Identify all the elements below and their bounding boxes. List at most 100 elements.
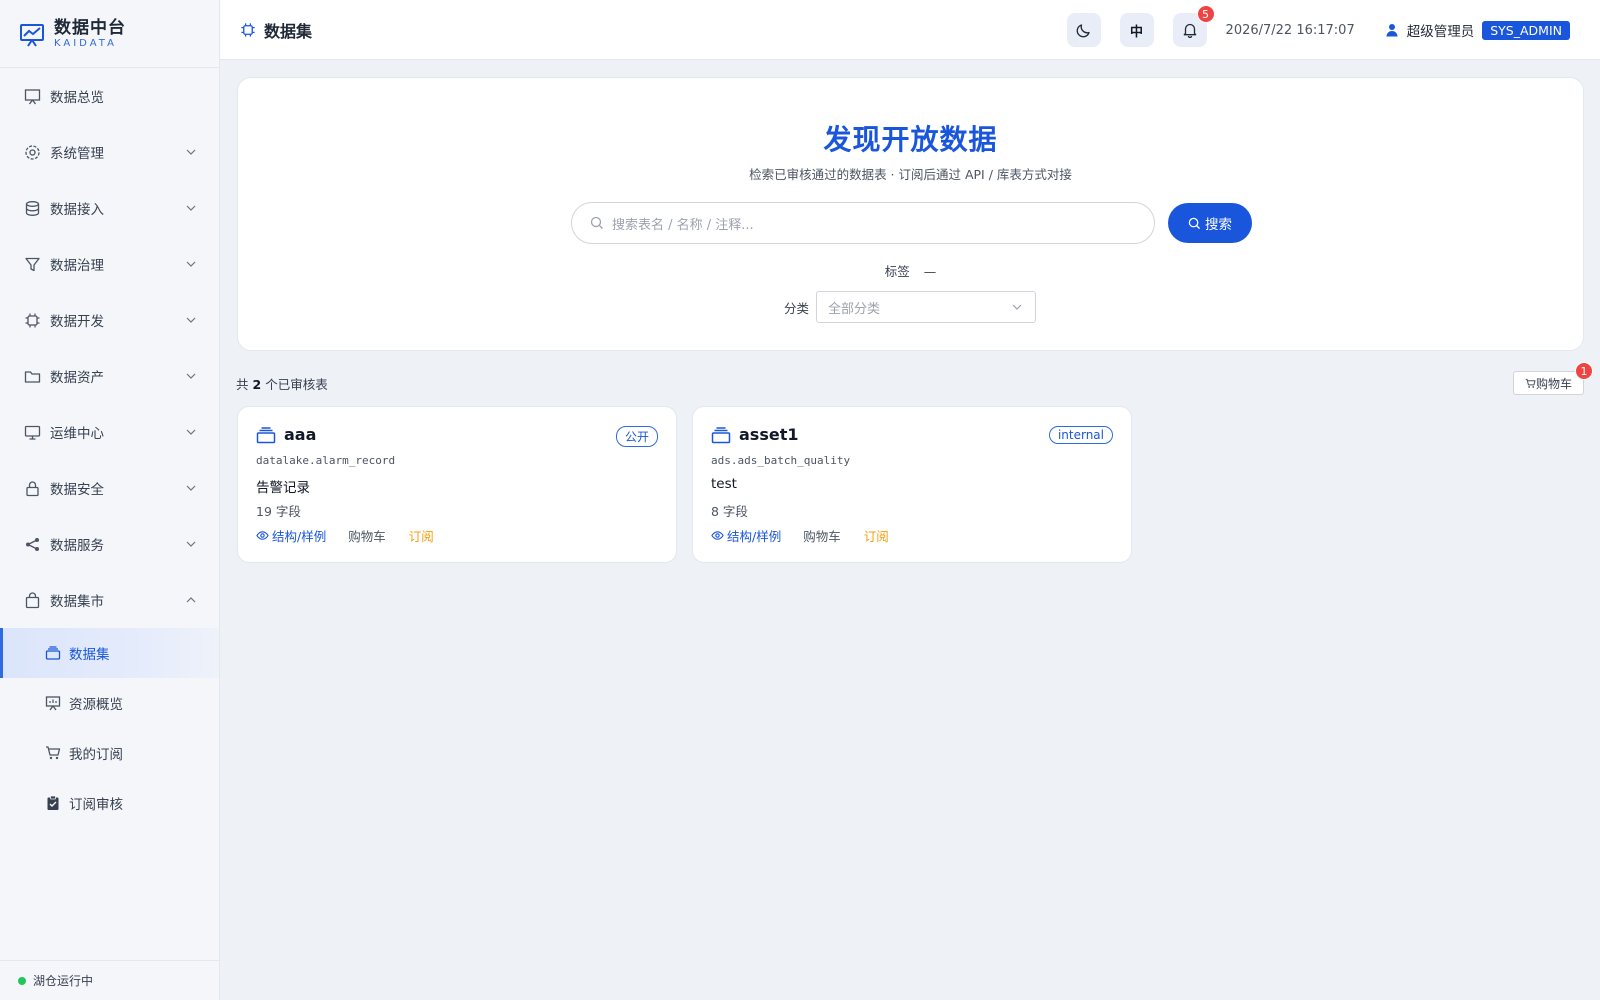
sidebar-item-label: 资源概览 [69,697,123,713]
add-to-cart-link[interactable]: 购物车 [803,526,841,545]
chevron-down-icon [186,317,196,323]
dataset-card[interactable]: asset1 internal ads.ads_batch_quality te… [692,406,1132,563]
chevron-down-icon [186,373,196,379]
cart-badge: 1 [1575,362,1593,380]
sidebar-subitem-datasets[interactable]: 数据集 [0,628,219,678]
sidebar-item-governance[interactable]: 数据治理 [0,236,219,292]
field-count: 19 字段 [256,504,301,519]
dataset-path: datalake.alarm_record [256,454,396,467]
share-icon [23,535,41,553]
chevron-down-icon [186,429,196,435]
layers-icon [256,426,276,443]
sidebar-item-label: 数据服务 [50,538,104,554]
notification-badge: 5 [1196,5,1215,23]
subscribe-link[interactable]: 订阅 [864,526,889,545]
chevron-down-icon [186,205,196,211]
sidebar-item-overview[interactable]: 数据总览 [0,68,219,124]
sidebar-item-label: 数据接入 [50,202,104,218]
chart-board-icon [20,23,44,47]
dataset-description: test [711,476,737,492]
sidebar-item-service[interactable]: 数据服务 [0,516,219,572]
tags-label: 标签 [884,264,910,279]
datetime: 2026/7/22 16:17:07 [1225,22,1355,38]
sidebar-subitem-my-subscriptions[interactable]: 我的订阅 [0,728,219,778]
cart-button[interactable]: 购物车 1 [1513,362,1593,395]
chevron-down-icon [186,541,196,547]
gear-icon [23,143,41,161]
tags-filter: 标签 — [238,261,1583,280]
sidebar-item-label: 数据集 [69,647,110,663]
moon-icon [1076,24,1090,38]
discover-panel: 发现开放数据 检索已审核通过的数据表 · 订阅后通过 API / 库表方式对接 … [237,77,1584,351]
top-header: 数据集 中 5 2026/7/22 16:17:07 超级管理员 SYS_ADM… [220,0,1600,60]
dataset-name: aaa [284,425,317,444]
category-label: 分类 [784,300,810,316]
presentation-icon [45,695,61,711]
sidebar-item-system[interactable]: 系统管理 [0,124,219,180]
schema-sample-link[interactable]: 结构/样例 [711,526,781,545]
search-placeholder: 搜索表名 / 名称 / 注释... [612,217,754,233]
count-suffix: 个已审核表 [265,377,328,392]
sidebar-item-ops[interactable]: 运维中心 [0,404,219,460]
search-button[interactable]: 搜索 [1168,203,1252,243]
user-name: 超级管理员 [1406,24,1475,40]
clipboard-check-icon [45,795,61,811]
subscribe-link[interactable]: 订阅 [409,526,434,545]
database-icon [23,199,41,217]
notifications-button[interactable]: 5 [1172,5,1215,47]
bell-icon [1183,23,1196,38]
logo[interactable]: 数据中台 KAIDATA [0,0,219,68]
count-value: 2 [252,377,262,392]
hero-title: 发现开放数据 [823,123,998,156]
sidebar-item-ingest[interactable]: 数据接入 [0,180,219,236]
tags-value: — [923,264,937,279]
app-subtitle: KAIDATA [54,37,117,49]
schema-sample-link[interactable]: 结构/样例 [256,526,326,545]
hero-subtitle: 检索已审核通过的数据表 · 订阅后通过 API / 库表方式对接 [749,167,1072,182]
field-count: 8 字段 [711,504,748,519]
chip-icon [241,22,255,37]
search-icon [1188,217,1201,229]
status-dot [18,976,26,985]
sidebar-item-assets[interactable]: 数据资产 [0,348,219,404]
sidebar-subitem-subscription-review[interactable]: 订阅审核 [0,778,219,828]
search-icon [590,216,603,229]
lakehouse-status: 湖仓运行中 [0,960,220,1000]
user-menu[interactable]: 超级管理员 SYS_ADMIN [1385,20,1570,40]
category-placeholder: 全部分类 [828,301,881,317]
monitor-icon [23,423,41,441]
language-button[interactable]: 中 [1119,13,1154,47]
chevron-down-icon [1012,304,1022,310]
sidebar-menu: 数据总览 系统管理 数据接入 数据治理 数据开发 数据资产 运维中心 数据安全 … [0,68,219,628]
presentation-icon [23,87,41,105]
sidebar-item-market[interactable]: 数据集市 [0,572,219,628]
dataset-card[interactable]: aaa 公开 datalake.alarm_record 告警记录 19 字段 … [237,406,677,563]
dataset-name: asset1 [739,425,799,444]
chevron-up-icon [186,597,196,603]
sidebar: 数据中台 KAIDATA 数据总览 系统管理 数据接入 数据治理 数据开发 数据… [0,0,220,1000]
sidebar-item-label: 数据集市 [50,594,104,610]
theme-toggle-button[interactable] [1066,13,1101,47]
sidebar-item-label: 数据治理 [50,258,104,274]
count-prefix: 共 [236,377,249,392]
dataset-path: ads.ads_batch_quality [711,454,851,467]
search-button-label: 搜索 [1205,217,1232,233]
folder-icon [23,367,41,385]
sidebar-item-label: 数据开发 [50,314,104,330]
search-input[interactable]: 搜索表名 / 名称 / 注释... [571,202,1155,244]
chevron-down-icon [186,261,196,267]
sidebar-item-development[interactable]: 数据开发 [0,292,219,348]
sidebar-item-label: 我的订阅 [69,747,123,763]
visibility-tag: 公开 [615,426,658,447]
sidebar-item-security[interactable]: 数据安全 [0,460,219,516]
layers-icon [45,645,61,661]
page-title: 数据集 [264,21,313,41]
sidebar-subitem-resource-overview[interactable]: 资源概览 [0,678,219,728]
chevron-down-icon [186,485,196,491]
add-to-cart-link[interactable]: 购物车 [348,526,386,545]
eye-icon [711,531,724,540]
category-select[interactable]: 全部分类 [816,291,1037,323]
shopping-bag-icon [23,591,41,609]
app-title: 数据中台 [54,17,126,38]
cart-icon [45,745,61,761]
